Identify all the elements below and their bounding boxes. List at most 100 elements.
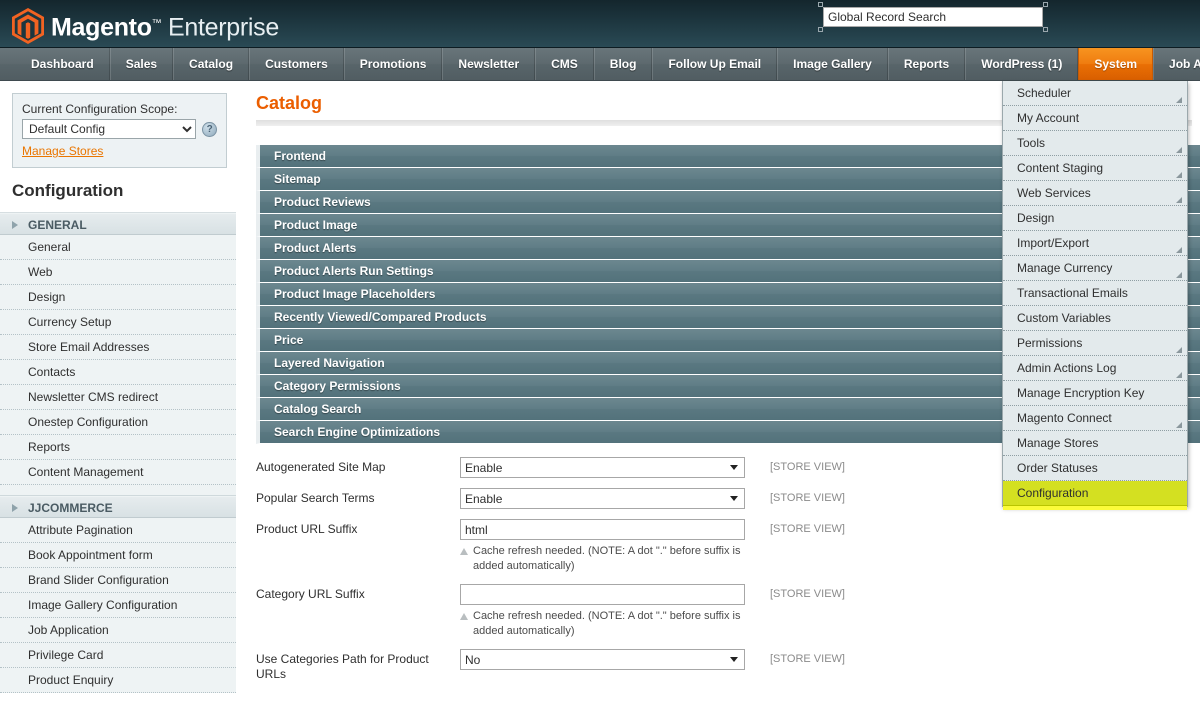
system-menu-item-label: Scheduler [1017,86,1071,100]
field-note-product-url-suffix: Cache refresh needed. (NOTE: A dot "." b… [460,544,745,574]
nav-item-sales[interactable]: Sales [110,48,173,80]
global-search-input[interactable] [823,7,1043,27]
system-menu-item-manage-currency[interactable]: Manage Currency [1003,256,1187,281]
system-menu-item-custom-variables[interactable]: Custom Variables [1003,306,1187,331]
nav-item-promotions[interactable]: Promotions [344,48,443,80]
system-menu-item-label: Configuration [1017,486,1088,500]
system-menu-item-label: My Account [1017,111,1079,125]
sidebar-nav: GENERALGeneralWebDesignCurrency SetupSto… [0,213,236,693]
submenu-arrow-icon [1176,172,1182,178]
system-menu-item-admin-actions-log[interactable]: Admin Actions Log [1003,356,1187,381]
system-menu-item-label: Manage Encryption Key [1017,386,1144,400]
nav-item-image-gallery[interactable]: Image Gallery [777,48,888,80]
sidebar-item-onestep-configuration[interactable]: Onestep Configuration [0,410,236,435]
sidebar-item-design[interactable]: Design [0,285,236,310]
nav-item-customers[interactable]: Customers [249,48,344,80]
submenu-arrow-icon [1176,372,1182,378]
sidebar-group-label: JJCOMMERCE [28,501,113,515]
system-menu-item-design[interactable]: Design [1003,206,1187,231]
sidebar-item-image-gallery-configuration[interactable]: Image Gallery Configuration [0,593,236,618]
system-menu-item-label: Import/Export [1017,236,1089,250]
nav-item-dashboard[interactable]: Dashboard [16,48,110,80]
field-note-text: Cache refresh needed. (NOTE: A dot "." b… [473,545,740,572]
manage-stores-link[interactable]: Manage Stores [22,144,103,158]
input-category-url-suffix[interactable] [460,584,745,605]
field-label-product-url-suffix: Product URL Suffix [256,519,460,537]
sidebar-item-newsletter-cms-redirect[interactable]: Newsletter CMS redirect [0,385,236,410]
select-autogenerated-site-map[interactable]: EnableDisable [460,457,745,478]
nav-item-reports[interactable]: Reports [888,48,965,80]
system-menu-item-label: Design [1017,211,1054,225]
sidebar-item-currency-setup[interactable]: Currency Setup [0,310,236,335]
nav-item-follow-up-email[interactable]: Follow Up Email [652,48,777,80]
system-menu-item-scheduler[interactable]: Scheduler [1003,81,1187,106]
system-menu-item-manage-stores[interactable]: Manage Stores [1003,431,1187,456]
warning-icon [460,613,468,620]
field-control-popular-search-terms: EnableDisable [460,488,745,509]
sidebar-item-general[interactable]: General [0,235,236,260]
submenu-arrow-icon [1176,197,1182,203]
nav-item-catalog[interactable]: Catalog [173,48,249,80]
system-menu-item-label: Admin Actions Log [1017,361,1116,375]
sidebar-item-book-appointment-form[interactable]: Book Appointment form [0,543,236,568]
sidebar-item-product-enquiry[interactable]: Product Enquiry [0,668,236,693]
system-menu-item-transactional-emails[interactable]: Transactional Emails [1003,281,1187,306]
sidebar-item-reports[interactable]: Reports [0,435,236,460]
system-menu-item-magento-connect[interactable]: Magento Connect [1003,406,1187,431]
system-menu-item-configuration[interactable]: Configuration [1003,481,1187,506]
system-menu-item-manage-encryption-key[interactable]: Manage Encryption Key [1003,381,1187,406]
nav-item-cms[interactable]: CMS [535,48,594,80]
brand-logo[interactable]: Magento™ Enterprise [12,6,279,45]
select-use-categories-path-for-product-urls[interactable]: NoYes [460,649,745,670]
system-menu-item-label: Transactional Emails [1017,286,1128,300]
sidebar-item-content-management[interactable]: Content Management [0,460,236,485]
field-control-use-categories-path-for-product-urls: NoYes [460,649,745,670]
system-menu-item-tools[interactable]: Tools [1003,131,1187,156]
nav-item-job-application[interactable]: Job Application [1153,48,1200,80]
sidebar-group-general[interactable]: GENERAL [0,213,236,235]
magento-logo-icon [12,8,44,44]
trademark-icon: ™ [152,18,162,29]
scope-select[interactable]: Default Config [22,119,196,139]
sidebar-item-brand-slider-configuration[interactable]: Brand Slider Configuration [0,568,236,593]
input-product-url-suffix[interactable] [460,519,745,540]
sidebar-item-privilege-card[interactable]: Privilege Card [0,643,236,668]
brand-title: Magento™ Enterprise [51,6,279,45]
nav-item-newsletter[interactable]: Newsletter [442,48,535,80]
nav-item-wordpress-1[interactable]: WordPress (1) [965,48,1078,80]
select-wrapper-autogenerated-site-map: EnableDisable [460,457,745,478]
nav-item-system[interactable]: System [1078,48,1153,80]
app-header: Magento™ Enterprise [0,0,1200,48]
select-popular-search-terms[interactable]: EnableDisable [460,488,745,509]
system-menu-item-content-staging[interactable]: Content Staging [1003,156,1187,181]
scope-label: Current Configuration Scope: [22,102,217,116]
sidebar-item-web[interactable]: Web [0,260,236,285]
chevron-right-icon [12,221,18,229]
system-menu-item-web-services[interactable]: Web Services [1003,181,1187,206]
sidebar-item-attribute-pagination[interactable]: Attribute Pagination [0,518,236,543]
sidebar-group-divider [0,485,236,496]
chevron-right-icon [12,504,18,512]
sidebar-item-job-application[interactable]: Job Application [0,618,236,643]
submenu-arrow-icon [1176,97,1182,103]
submenu-arrow-icon [1176,247,1182,253]
sidebar-item-store-email-addresses[interactable]: Store Email Addresses [0,335,236,360]
scope-tag-use-categories-path-for-product-urls: [STORE VIEW] [745,649,845,665]
main-navigation: DashboardSalesCatalogCustomersPromotions… [0,48,1200,81]
system-menu-item-label: Order Statuses [1017,461,1098,475]
system-menu-item-my-account[interactable]: My Account [1003,106,1187,131]
system-menu-item-label: Web Services [1017,186,1091,200]
sidebar-item-contacts[interactable]: Contacts [0,360,236,385]
system-menu-item-label: Content Staging [1017,161,1103,175]
sidebar-title: Configuration [0,168,236,213]
system-menu-item-permissions[interactable]: Permissions [1003,331,1187,356]
system-menu-item-order-statuses[interactable]: Order Statuses [1003,456,1187,481]
help-icon[interactable]: ? [202,122,217,137]
scope-tag-product-url-suffix: [STORE VIEW] [745,519,845,535]
sidebar-group-jjcommerce[interactable]: JJCOMMERCE [0,496,236,518]
select-wrapper-popular-search-terms: EnableDisable [460,488,745,509]
system-menu-item-label: Manage Stores [1017,436,1098,450]
system-menu-item-import-export[interactable]: Import/Export [1003,231,1187,256]
nav-item-blog[interactable]: Blog [594,48,653,80]
select-wrapper-use-categories-path-for-product-urls: NoYes [460,649,745,670]
